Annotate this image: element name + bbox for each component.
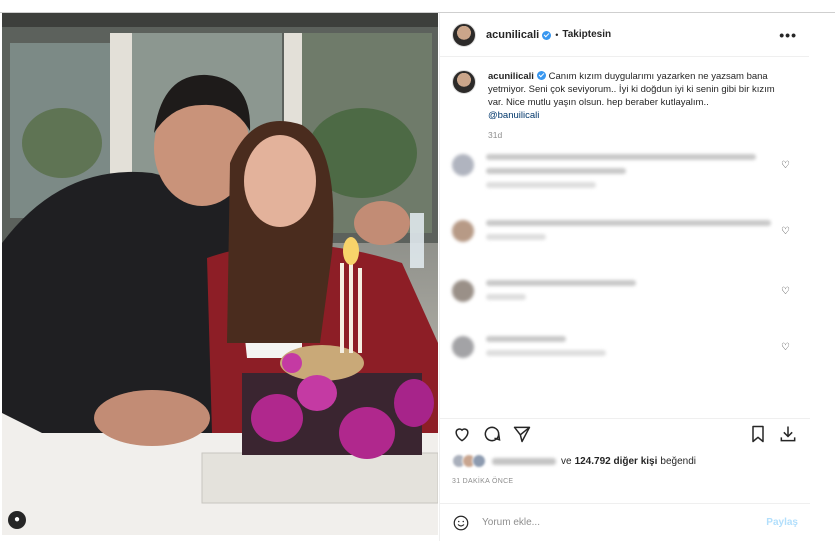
comments-section[interactable]: acunilicali Canım kızım duygularımı yaza…	[440, 58, 810, 408]
post-actions	[440, 418, 810, 448]
comment-blurred-text	[486, 154, 756, 206]
comment-item: ♡	[452, 336, 798, 376]
post-photo-illustration	[2, 13, 438, 535]
follow-status-button[interactable]: Takiptesin	[562, 29, 611, 40]
header-username[interactable]: acunilicali	[486, 29, 539, 41]
likes-summary[interactable]: ve 124.792 diğer kişi beğendi	[452, 454, 696, 468]
likes-prefix: ve	[561, 455, 572, 467]
comment-item: ♡	[452, 220, 798, 266]
posted-time: 31 DAKİKA ÖNCE	[452, 478, 514, 485]
post-header: acunilicali • Takiptesin •••	[440, 13, 809, 57]
post-sidebar: acunilicali • Takiptesin ••• acunilicali…	[439, 13, 810, 541]
bookmark-icon[interactable]	[748, 424, 768, 444]
tagged-users-icon[interactable]: ●	[8, 511, 26, 529]
comment-input[interactable]: Yorum ekle...	[482, 517, 540, 528]
caption-time: 31d	[488, 130, 503, 140]
likes-count[interactable]: 124.792 diğer kişi	[575, 456, 658, 467]
liker-avatar	[472, 454, 486, 468]
comment-blurred-text	[486, 336, 606, 376]
comment-blurred-text	[486, 220, 771, 266]
liker-name-blurred	[492, 457, 556, 465]
emoji-icon[interactable]	[452, 514, 470, 532]
comment-like-heart-icon[interactable]: ♡	[781, 226, 790, 237]
header-separator: •	[555, 29, 559, 40]
add-comment-bar: Yorum ekle... Paylaş	[440, 503, 810, 541]
comment-item: ♡	[452, 280, 798, 322]
heart-icon[interactable]	[452, 424, 472, 444]
caption-verified-icon	[536, 71, 546, 80]
comment-avatar[interactable]	[452, 280, 474, 302]
comment-like-heart-icon[interactable]: ♡	[781, 160, 790, 171]
caption-text-block: acunilicali Canım kızım duygularımı yaza…	[488, 70, 788, 122]
caption-avatar[interactable]	[452, 70, 476, 94]
comment-blurred-text	[486, 280, 636, 322]
more-options-icon[interactable]: •••	[779, 27, 797, 43]
paper-plane-icon[interactable]	[512, 424, 532, 444]
caption-username[interactable]: acunilicali	[488, 71, 534, 82]
comment-avatar[interactable]	[452, 220, 474, 242]
download-icon[interactable]	[778, 424, 798, 444]
comment-like-heart-icon[interactable]: ♡	[781, 286, 790, 297]
comment-avatar[interactable]	[452, 336, 474, 358]
post-comment-button[interactable]: Paylaş	[766, 517, 798, 528]
avatar[interactable]	[452, 22, 476, 47]
comment-like-heart-icon[interactable]: ♡	[781, 342, 790, 353]
comment-icon[interactable]	[482, 424, 502, 444]
caption: acunilicali Canım kızım duygularımı yaza…	[452, 70, 798, 122]
verified-badge-icon	[542, 31, 552, 40]
caption-mention-link[interactable]: @banuilicali	[488, 110, 539, 121]
comment-avatar[interactable]	[452, 154, 474, 176]
comment-item: ♡	[452, 154, 798, 206]
likes-suffix: beğendi	[660, 455, 696, 467]
post-photo[interactable]: ●	[2, 13, 438, 535]
